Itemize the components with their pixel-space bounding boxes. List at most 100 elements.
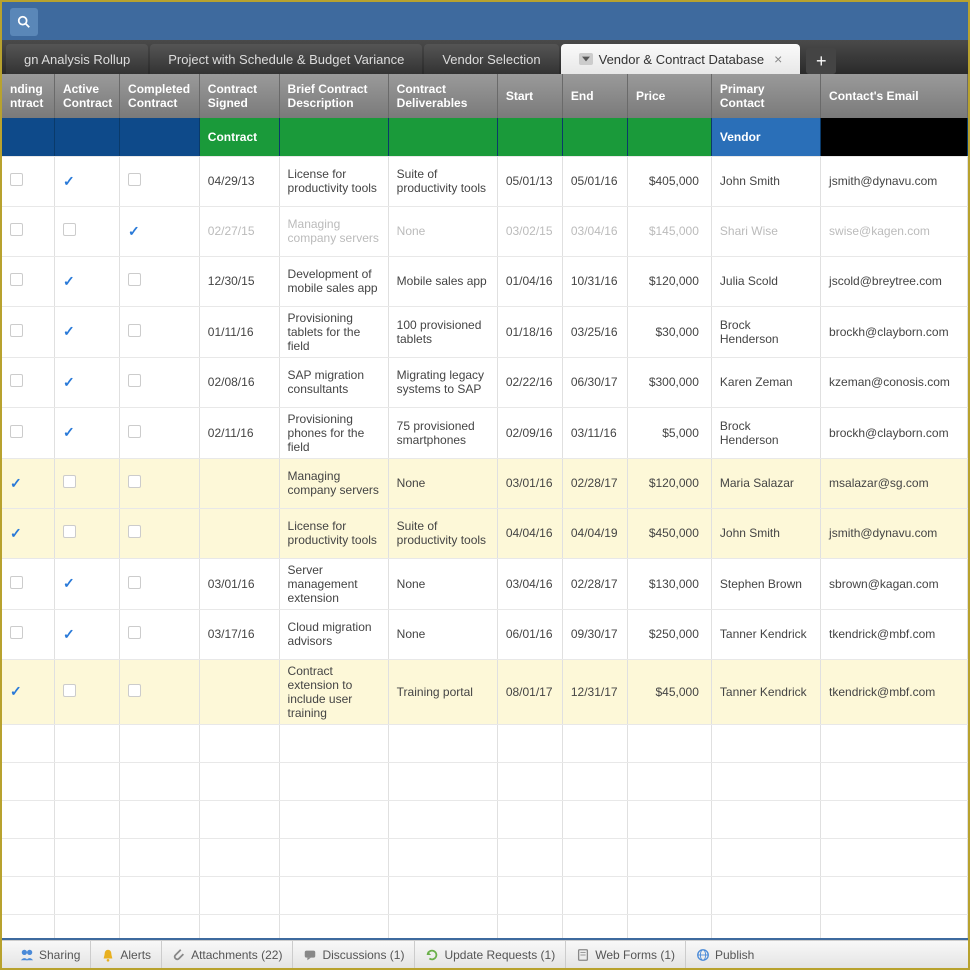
pending-checkbox[interactable] bbox=[10, 223, 23, 236]
active-checkbox[interactable] bbox=[63, 525, 76, 538]
search-button[interactable] bbox=[10, 8, 38, 36]
completed-checkbox[interactable] bbox=[128, 626, 141, 639]
completed-checkbox[interactable] bbox=[128, 173, 141, 186]
tab-dropdown-icon[interactable] bbox=[579, 53, 593, 65]
pending-checkbox[interactable] bbox=[10, 425, 23, 438]
table-row[interactable]: ✓Managing company serversNone03/01/1602/… bbox=[2, 458, 968, 508]
tab-bar: gn Analysis RollupProject with Schedule … bbox=[2, 40, 968, 74]
tab-label: Vendor & Contract Database bbox=[599, 52, 765, 67]
pending-checkbox[interactable] bbox=[10, 273, 23, 286]
completed-checkbox[interactable] bbox=[128, 684, 141, 697]
bottom-users[interactable]: Sharing bbox=[10, 941, 90, 968]
bottom-label: Web Forms (1) bbox=[595, 948, 675, 962]
completed-checkbox[interactable] bbox=[128, 576, 141, 589]
close-icon[interactable]: × bbox=[774, 51, 782, 67]
cell-deliv: Training portal bbox=[397, 685, 473, 699]
active-checkbox[interactable] bbox=[63, 684, 76, 697]
subheader-contract: Contract bbox=[199, 118, 279, 156]
pending-checked-icon[interactable]: ✓ bbox=[10, 475, 22, 491]
completed-checkbox[interactable] bbox=[128, 374, 141, 387]
tab-3[interactable]: Vendor & Contract Database × bbox=[561, 44, 801, 74]
cell-price: $120,000 bbox=[649, 476, 699, 490]
completed-checkbox[interactable] bbox=[128, 525, 141, 538]
col-header-3[interactable]: Contract Signed bbox=[199, 74, 279, 118]
cell-desc: Contract extension to include user train… bbox=[288, 664, 353, 720]
col-header-1[interactable]: Active Contract bbox=[54, 74, 119, 118]
cell-start: 04/04/16 bbox=[506, 526, 553, 540]
search-icon bbox=[17, 15, 31, 29]
col-header-0[interactable]: nding ntract bbox=[2, 74, 54, 118]
bottom-form[interactable]: Web Forms (1) bbox=[565, 941, 685, 968]
cell-end: 05/01/16 bbox=[571, 174, 618, 188]
tab-2[interactable]: Vendor Selection bbox=[424, 44, 558, 74]
cell-price: $250,000 bbox=[649, 627, 699, 641]
cell-contact: Brock Henderson bbox=[720, 318, 779, 346]
cell-price: $300,000 bbox=[649, 375, 699, 389]
pending-checkbox[interactable] bbox=[10, 576, 23, 589]
active-checked-icon[interactable]: ✓ bbox=[63, 374, 75, 390]
active-checked-icon[interactable]: ✓ bbox=[63, 575, 75, 591]
active-checked-icon[interactable]: ✓ bbox=[63, 273, 75, 289]
completed-checked-icon[interactable]: ✓ bbox=[128, 223, 140, 239]
bottom-refresh[interactable]: Update Requests (1) bbox=[414, 941, 565, 968]
table-row[interactable]: ✓12/30/15Development of mobile sales app… bbox=[2, 256, 968, 306]
table-row[interactable]: ✓02/27/15Managing company serversNone03/… bbox=[2, 206, 968, 256]
table-row[interactable]: ✓03/17/16Cloud migration advisorsNone06/… bbox=[2, 609, 968, 659]
cell-deliv: Suite of productivity tools bbox=[397, 167, 486, 195]
pending-checked-icon[interactable]: ✓ bbox=[10, 683, 22, 699]
cell-price: $45,000 bbox=[656, 685, 699, 699]
col-header-9[interactable]: Primary Contact bbox=[711, 74, 820, 118]
col-header-5[interactable]: Contract Deliverables bbox=[388, 74, 497, 118]
cell-desc: Server management extension bbox=[288, 563, 358, 605]
cell-email: jsmith@dynavu.com bbox=[829, 174, 937, 188]
completed-checkbox[interactable] bbox=[128, 324, 141, 337]
pending-checkbox[interactable] bbox=[10, 626, 23, 639]
table-row[interactable]: ✓02/08/16SAP migration consultantsMigrat… bbox=[2, 357, 968, 407]
pending-checkbox[interactable] bbox=[10, 173, 23, 186]
col-header-8[interactable]: Price bbox=[627, 74, 711, 118]
pending-checkbox[interactable] bbox=[10, 324, 23, 337]
col-header-10[interactable]: Contact's Email bbox=[821, 74, 968, 118]
cell-start: 01/04/16 bbox=[506, 274, 553, 288]
active-checkbox[interactable] bbox=[63, 475, 76, 488]
cell-email: kzeman@conosis.com bbox=[829, 375, 950, 389]
active-checkbox[interactable] bbox=[63, 223, 76, 236]
col-header-6[interactable]: Start bbox=[497, 74, 562, 118]
bottom-bell[interactable]: Alerts bbox=[90, 941, 161, 968]
bottom-globe[interactable]: Publish bbox=[685, 941, 764, 968]
pending-checkbox[interactable] bbox=[10, 374, 23, 387]
active-checked-icon[interactable]: ✓ bbox=[63, 173, 75, 189]
active-checked-icon[interactable]: ✓ bbox=[63, 323, 75, 339]
active-checked-icon[interactable]: ✓ bbox=[63, 424, 75, 440]
tab-0[interactable]: gn Analysis Rollup bbox=[6, 44, 148, 74]
table-row[interactable]: ✓License for productivity toolsSuite of … bbox=[2, 508, 968, 558]
col-header-4[interactable]: Brief Contract Description bbox=[279, 74, 388, 118]
bottom-clip[interactable]: Attachments (22) bbox=[161, 941, 292, 968]
table-row[interactable]: ✓01/11/16Provisioning tablets for the fi… bbox=[2, 306, 968, 357]
table-row[interactable]: ✓ Contract extension to include user trai… bbox=[2, 659, 968, 724]
cell-contact: Maria Salazar bbox=[720, 476, 794, 490]
col-header-7[interactable]: End bbox=[562, 74, 627, 118]
cell-desc: Managing company servers bbox=[288, 217, 379, 245]
active-checked-icon[interactable]: ✓ bbox=[63, 626, 75, 642]
col-header-2[interactable]: Completed Contract bbox=[120, 74, 200, 118]
cell-price: $120,000 bbox=[649, 274, 699, 288]
cell-end: 12/31/17 bbox=[571, 685, 618, 699]
add-tab-button[interactable]: + bbox=[806, 48, 836, 74]
table-row[interactable]: ✓02/11/16Provisioning phones for the fie… bbox=[2, 407, 968, 458]
cell-email: tkendrick@mbf.com bbox=[829, 627, 935, 641]
completed-checkbox[interactable] bbox=[128, 425, 141, 438]
cell-signed: 02/27/15 bbox=[208, 224, 255, 238]
table-row[interactable]: ✓04/29/13License for productivity toolsS… bbox=[2, 156, 968, 206]
contract-table: nding ntractActive ContractCompleted Con… bbox=[2, 74, 968, 938]
tab-1[interactable]: Project with Schedule & Budget Variance bbox=[150, 44, 422, 74]
bottom-chat[interactable]: Discussions (1) bbox=[292, 941, 414, 968]
table-row[interactable]: ✓03/01/16Server management extensionNone… bbox=[2, 558, 968, 609]
cell-end: 03/11/16 bbox=[571, 426, 617, 440]
cell-end: 03/25/16 bbox=[571, 325, 618, 339]
cell-deliv: 75 provisioned smartphones bbox=[397, 419, 475, 447]
pending-checked-icon[interactable]: ✓ bbox=[10, 525, 22, 541]
completed-checkbox[interactable] bbox=[128, 475, 141, 488]
cell-desc: Cloud migration advisors bbox=[288, 620, 372, 648]
completed-checkbox[interactable] bbox=[128, 273, 141, 286]
